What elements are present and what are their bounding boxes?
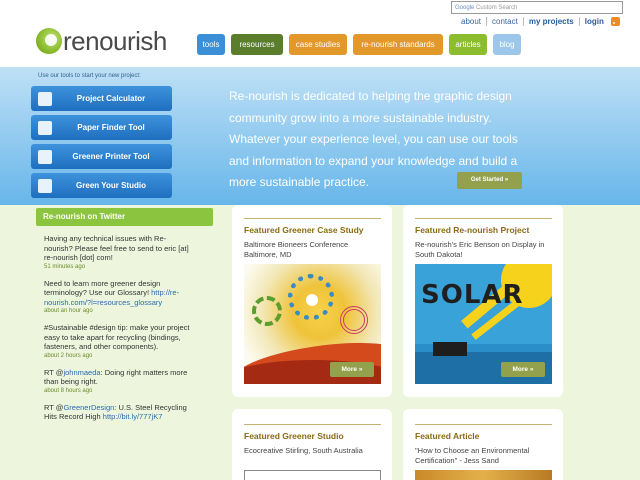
tool-label: Project Calculator bbox=[76, 94, 146, 103]
tools-intro: Use our tools to start your new project: bbox=[38, 73, 141, 79]
nav-tab-articles[interactable]: articles bbox=[449, 34, 487, 55]
article-title[interactable]: Featured Article bbox=[415, 431, 479, 441]
site-header: renourish Google Custom Search about con… bbox=[0, 0, 640, 67]
tool-label: Greener Printer Tool bbox=[72, 152, 150, 161]
tweet-text: Having any technical issues with Re-nour… bbox=[44, 234, 189, 262]
studio-title[interactable]: Featured Greener Studio bbox=[244, 431, 344, 441]
tweet-time[interactable]: about 8 hours ago bbox=[44, 387, 194, 395]
tweet-text: #Sustainable #design tip: make your proj… bbox=[44, 323, 190, 351]
about-link[interactable]: about bbox=[456, 17, 488, 26]
case-study-desc: Baltimore Bioneers Conference Baltimore,… bbox=[244, 240, 349, 259]
tweet-prefix: RT @ bbox=[44, 367, 64, 377]
my-projects-link[interactable]: my projects bbox=[524, 17, 580, 26]
nav-tab-tools[interactable]: tools bbox=[197, 34, 225, 55]
tweet-handle[interactable]: johnmaeda bbox=[63, 368, 100, 377]
studio-lamp-icon bbox=[38, 178, 52, 193]
login-link[interactable]: login bbox=[580, 17, 609, 26]
paper-finder-button[interactable]: Paper Finder Tool bbox=[31, 115, 172, 140]
site-logo[interactable]: renourish bbox=[36, 28, 167, 54]
card-divider bbox=[244, 424, 381, 425]
tweet-handle[interactable]: GreenerDesign bbox=[63, 403, 114, 412]
tweet: Need to learn more greener design termin… bbox=[44, 279, 194, 316]
nav-tab-standards[interactable]: re-nourish standards bbox=[353, 34, 443, 55]
tweet-link[interactable]: http://bit.ly/777jK7 bbox=[103, 412, 163, 421]
nav-tab-blog[interactable]: blog bbox=[493, 34, 521, 55]
studio-image[interactable] bbox=[244, 470, 381, 480]
printer-pen-icon bbox=[38, 149, 52, 164]
tweet: Having any technical issues with Re-nour… bbox=[44, 234, 194, 271]
search-brand: Google bbox=[455, 5, 475, 11]
case-study-more-button[interactable]: More » bbox=[330, 362, 374, 377]
nav-tab-case-studies[interactable]: case studies bbox=[289, 34, 347, 55]
project-calculator-button[interactable]: Project Calculator bbox=[31, 86, 172, 111]
utility-nav: about contact my projects login bbox=[456, 17, 620, 26]
tool-label: Green Your Studio bbox=[76, 181, 146, 190]
card-divider bbox=[415, 424, 552, 425]
hero-band: Use our tools to start your new project:… bbox=[0, 67, 640, 205]
main-nav: tools resources case studies re-nourish … bbox=[197, 34, 521, 55]
tweet-time[interactable]: about 2 hours ago bbox=[44, 352, 194, 360]
tweet-time[interactable]: about an hour ago bbox=[44, 307, 194, 315]
greener-printer-button[interactable]: Greener Printer Tool bbox=[31, 144, 172, 169]
project-desc: Re-nourish's Eric Benson on Display in S… bbox=[415, 240, 545, 259]
rss-icon[interactable] bbox=[610, 17, 620, 26]
tool-label: Paper Finder Tool bbox=[77, 123, 145, 132]
case-study-title[interactable]: Featured Greener Case Study bbox=[244, 225, 364, 235]
contact-link[interactable]: contact bbox=[487, 17, 524, 26]
leaf-logo-icon bbox=[36, 28, 62, 54]
get-started-button[interactable]: Get Started » bbox=[457, 172, 522, 189]
project-title[interactable]: Featured Re-nourish Project bbox=[415, 225, 529, 235]
green-studio-button[interactable]: Green Your Studio bbox=[31, 173, 172, 198]
tweet-text: Need to learn more greener design termin… bbox=[44, 278, 161, 298]
tweet-list: Having any technical issues with Re-nour… bbox=[44, 234, 194, 430]
paper-stack-icon bbox=[38, 120, 52, 135]
custom-search-input[interactable]: Google Custom Search bbox=[451, 1, 623, 14]
search-placeholder: Custom Search bbox=[476, 5, 518, 11]
nav-tab-resources[interactable]: resources bbox=[231, 34, 283, 55]
twitter-heading: Re-nourish on Twitter bbox=[36, 208, 213, 226]
card-divider bbox=[415, 218, 552, 219]
article-image[interactable] bbox=[415, 470, 552, 480]
calculator-icon bbox=[38, 91, 52, 106]
article-desc: "How to Choose an Environmental Certific… bbox=[415, 446, 530, 465]
tweet: RT @johnmaeda: Doing right matters more … bbox=[44, 368, 194, 395]
logo-wordmark: renourish bbox=[63, 26, 167, 56]
tweet-time[interactable]: 51 minutes ago bbox=[44, 263, 194, 271]
project-more-button[interactable]: More » bbox=[501, 362, 545, 377]
tweet: #Sustainable #design tip: make your proj… bbox=[44, 323, 194, 360]
tweet: RT @GreenerDesign: U.S. Steel Recycling … bbox=[44, 403, 194, 422]
tweet-prefix: RT @ bbox=[44, 402, 64, 412]
solar-image-word: SOLAR bbox=[421, 280, 524, 310]
card-divider bbox=[244, 218, 381, 219]
studio-desc: Ecocreative Stirling, South Australia bbox=[244, 446, 363, 455]
